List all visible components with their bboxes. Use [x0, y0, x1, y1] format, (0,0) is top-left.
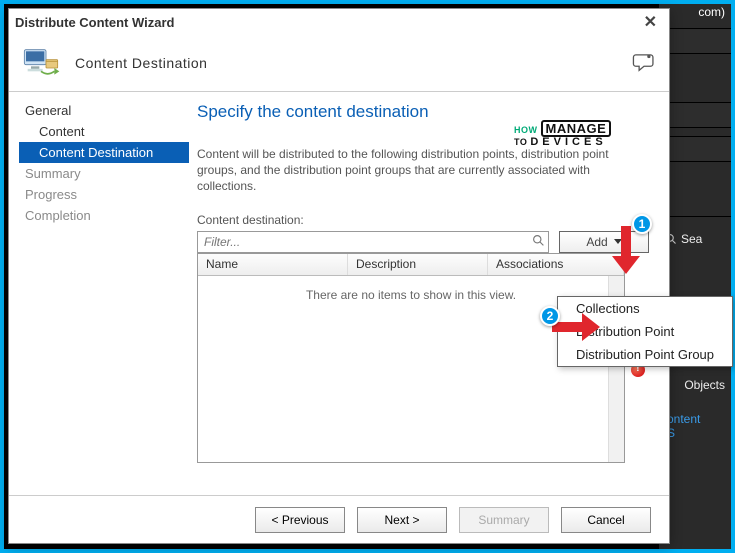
annotation-badge-2: 2 [540, 306, 560, 326]
wizard-footer: < Previous Next > Summary Cancel [9, 495, 669, 543]
sidebar-item-content-destination[interactable]: Content Destination [19, 142, 189, 163]
search-icon[interactable] [528, 234, 548, 250]
feedback-icon[interactable] [631, 50, 657, 76]
sidebar-item-content[interactable]: Content [19, 121, 189, 142]
annotation-arrow-1 [612, 226, 640, 274]
table-header: Name Description Associations [198, 254, 624, 276]
previous-button[interactable]: < Previous [255, 507, 345, 533]
wizard-sidebar: General Content Content Destination Summ… [9, 92, 189, 495]
next-button[interactable]: Next > [357, 507, 447, 533]
watermark-logo: HOW MANAGE TO DEVICES [514, 120, 611, 148]
sidebar-item-progress[interactable]: Progress [19, 184, 189, 205]
wizard-header: Content Destination [9, 35, 669, 91]
filter-input[interactable] [198, 235, 528, 249]
page-heading: Specify the content destination [197, 102, 649, 122]
wizard-window: Distribute Content Wizard ✕ Content Dest… [8, 8, 670, 544]
sidebar-item-summary[interactable]: Summary [19, 163, 189, 184]
page-description: Content will be distributed to the follo… [197, 146, 617, 195]
add-button-label: Add [586, 235, 607, 249]
menu-item-distribution-point-group[interactable]: Distribution Point Group [558, 343, 732, 366]
titlebar: Distribute Content Wizard ✕ [9, 9, 669, 35]
cancel-button[interactable]: Cancel [561, 507, 651, 533]
wizard-content: Specify the content destination Content … [189, 92, 669, 495]
col-description[interactable]: Description [348, 254, 488, 275]
computer-distribute-icon [21, 43, 61, 83]
close-icon[interactable]: ✕ [638, 12, 663, 32]
annotation-badge-1: 1 [632, 214, 652, 234]
content-destination-label: Content destination: [197, 213, 649, 227]
wizard-step-title: Content Destination [75, 55, 207, 71]
window-title: Distribute Content Wizard [15, 15, 175, 30]
bg-search[interactable]: Sea [665, 232, 702, 246]
bg-text-com: com) [698, 5, 725, 19]
col-name[interactable]: Name [198, 254, 348, 275]
bg-objects-label: Objects [684, 378, 725, 392]
sidebar-item-general[interactable]: General [19, 100, 189, 121]
summary-button: Summary [459, 507, 549, 533]
sidebar-item-completion[interactable]: Completion [19, 205, 189, 226]
col-associations[interactable]: Associations [488, 254, 624, 275]
filter-box[interactable] [197, 231, 549, 253]
